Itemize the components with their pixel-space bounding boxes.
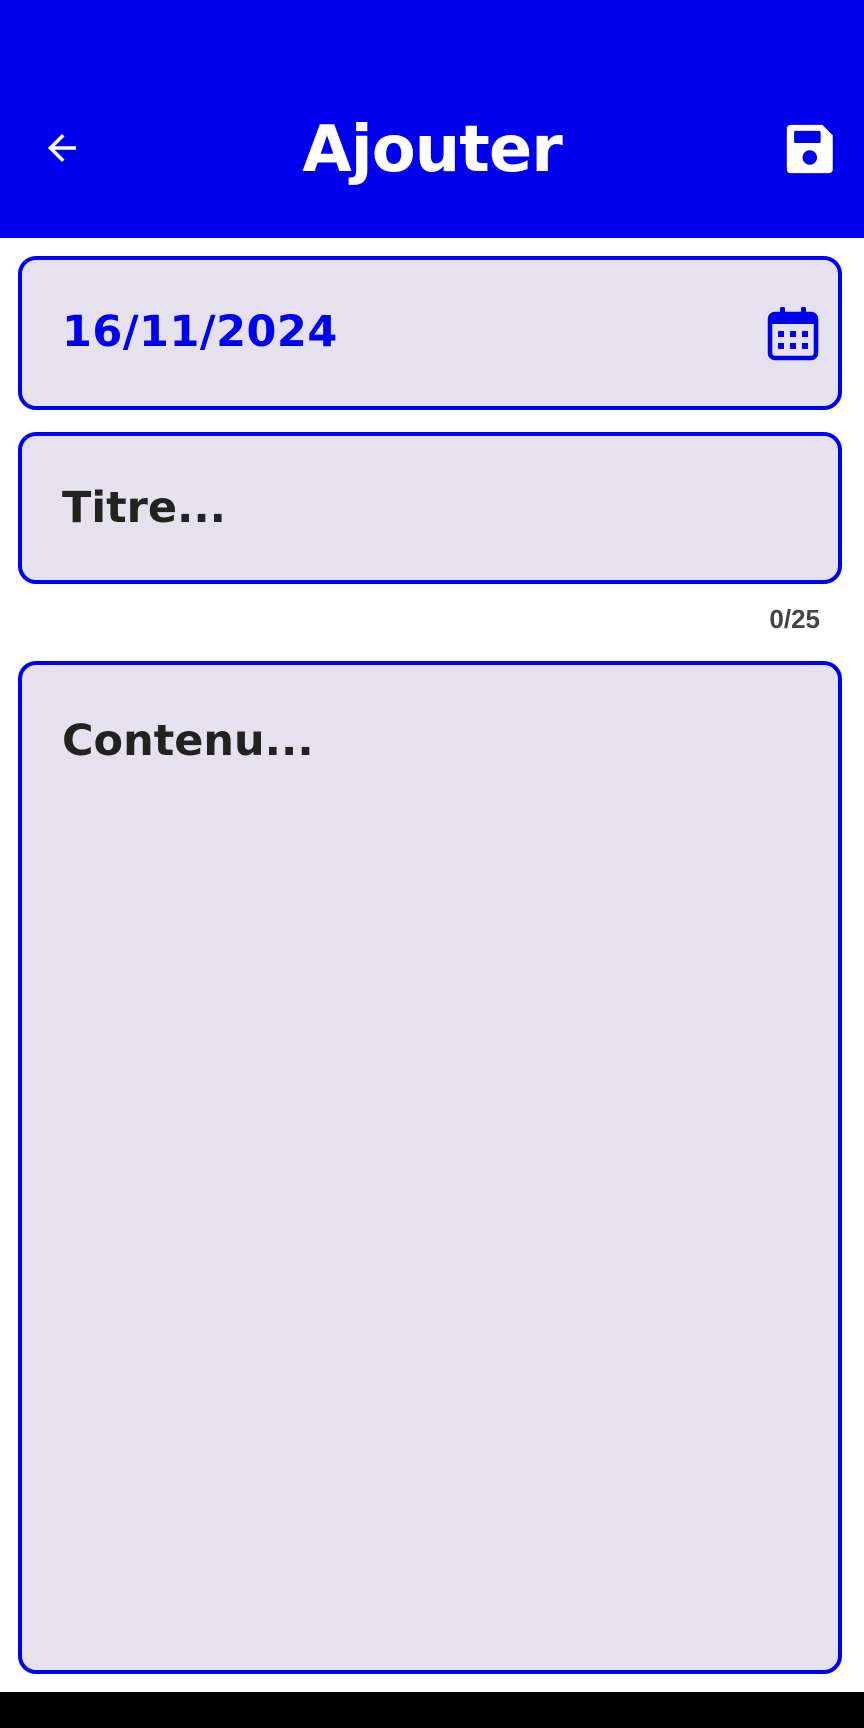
title-input[interactable]: Titre... bbox=[18, 432, 842, 584]
date-value: 16/11/2024 bbox=[62, 307, 338, 357]
calendar-icon[interactable] bbox=[764, 305, 822, 363]
content-placeholder: Contenu... bbox=[62, 716, 314, 766]
floppy-disk-icon bbox=[786, 124, 833, 174]
title-character-counter: 0/25 bbox=[769, 604, 820, 634]
app-bar: Ajouter bbox=[0, 0, 864, 238]
system-navigation-bar bbox=[0, 1692, 864, 1728]
title-placeholder: Titre... bbox=[62, 483, 227, 533]
content-textarea[interactable]: Contenu... bbox=[18, 661, 842, 1674]
save-button[interactable] bbox=[782, 120, 840, 178]
date-field[interactable]: 16/11/2024 bbox=[18, 256, 842, 410]
page-title: Ajouter bbox=[302, 113, 563, 187]
